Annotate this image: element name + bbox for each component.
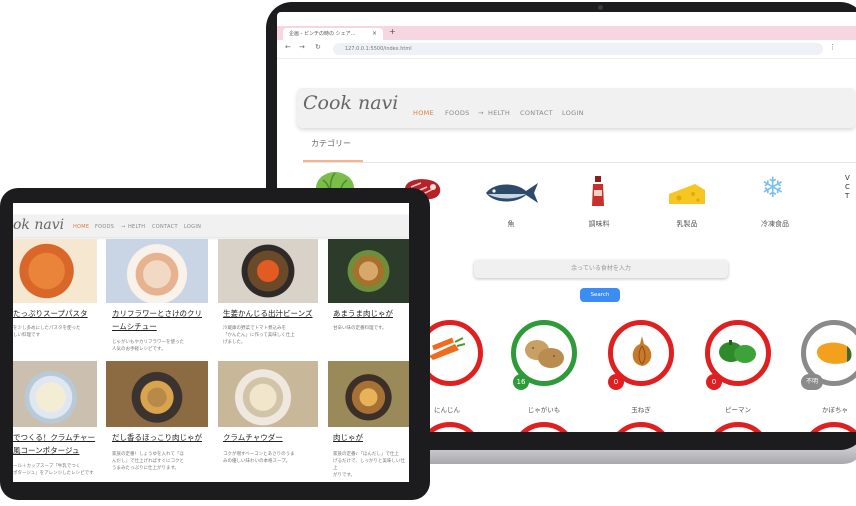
- tablet-nav-helth[interactable]: HELTH: [128, 224, 145, 230]
- divider: [303, 162, 856, 163]
- recipe-description: コクが増すベーコンとあさりのうま みの優しい味わいの本格スープ。: [223, 452, 295, 464]
- recipe-title[interactable]: カリフラワーとさけのクリームシチュー: [112, 307, 204, 333]
- ingredient-count-onion: 0: [608, 374, 624, 390]
- snowflake-icon[interactable]: ❄: [761, 173, 784, 203]
- laptop-camera: [598, 5, 603, 10]
- reload-icon[interactable]: ↻: [315, 43, 321, 51]
- recipe-description: 家族の定番♪「ほんだし」で仕上 げるだけで、しっかりと美味しい仕上 がりです。: [333, 452, 405, 478]
- ingredient-label-pumpkin: かぼちゃ: [822, 406, 848, 414]
- recipe-image[interactable]: [13, 361, 97, 427]
- carrot-icon: [429, 337, 465, 360]
- ingredient-count-potato: 16: [513, 374, 529, 390]
- ingredient-ring-row2[interactable]: [608, 422, 674, 432]
- ingredient-ring-row2[interactable]: [801, 422, 856, 432]
- nav-home[interactable]: HOME: [413, 109, 434, 117]
- recipe-image[interactable]: [218, 239, 318, 303]
- forward-icon[interactable]: →: [299, 43, 305, 51]
- ingredient-label-potato: じゃがいも: [527, 406, 561, 414]
- recipe-image[interactable]: [218, 361, 318, 427]
- nav-helth[interactable]: HELTH: [488, 109, 510, 117]
- address-bar[interactable]: 127.0.0.1:5500/index.html: [333, 43, 823, 55]
- recipe-title[interactable]: 肉じゃが: [333, 431, 409, 444]
- tablet-nav-contact[interactable]: CONTACT: [152, 224, 178, 230]
- more-categories-icon[interactable]: VCT: [845, 174, 850, 201]
- ingredient-label-green-pepper: ピーマン: [725, 406, 751, 414]
- recipe-image[interactable]: [328, 361, 409, 427]
- fish-icon[interactable]: [482, 178, 542, 208]
- recipe-title[interactable]: たっぷりスープパスタ: [13, 307, 97, 320]
- tablet-nav-foods[interactable]: FOODS: [95, 224, 114, 230]
- recipe-image[interactable]: [13, 239, 97, 303]
- recipe-image[interactable]: [106, 361, 208, 427]
- recipe-description: 甘辛い味の定番料理です。: [333, 326, 387, 331]
- ketchup-bottle-icon[interactable]: [590, 176, 606, 208]
- recipe-description: 冷蔵庫の野菜でトマト煮込みを 「かんたん」に作って美味しく仕上 げました。: [223, 326, 295, 345]
- recipe-description: じゃがいもやカリフラワーを使った 人気のお手軽レシピです。: [112, 340, 184, 352]
- recipe-image[interactable]: [328, 239, 409, 303]
- ingredient-count-pumpkin: 不明: [801, 374, 823, 390]
- menu-dots-icon[interactable]: ⋮: [829, 43, 836, 51]
- recipe-title[interactable]: あまうま肉じゃが: [333, 307, 409, 320]
- cheese-icon[interactable]: [667, 182, 707, 206]
- tablet-nav-login[interactable]: LOGIN: [184, 224, 201, 230]
- browser-tab[interactable]: 企画 - ピンチの時の シェア…: [283, 28, 383, 40]
- new-tab-button[interactable]: +: [389, 27, 396, 36]
- potato-icon: [525, 340, 564, 368]
- ingredient-ring-row2[interactable]: [705, 422, 771, 432]
- recipe-description: ール＋カップスープ「牛乳でつく ポタージュ」をアレンジしたレシピです: [13, 464, 94, 476]
- ingredient-search-input[interactable]: 余っている食材を入力: [474, 260, 728, 278]
- recipe-title[interactable]: クラムチャウダー: [223, 431, 315, 444]
- nav-helth-arrow-icon: →: [478, 109, 484, 117]
- recipe-title[interactable]: だし香るほっこり肉じゃが: [112, 431, 204, 444]
- tablet-nav-home[interactable]: HOME: [73, 224, 89, 230]
- category-label-frozen: 冷凍食品: [761, 220, 789, 228]
- tablet-nav-helth-arrow-icon: →: [121, 224, 126, 230]
- category-label-fish: 魚: [507, 220, 515, 228]
- tablet-screen: ok navi HOME FOODS → HELTH CONTACT LOGIN…: [13, 203, 409, 482]
- back-icon[interactable]: ←: [285, 43, 291, 51]
- nav-foods[interactable]: FOODS: [445, 109, 470, 117]
- onion-icon: [632, 336, 652, 366]
- category-heading: カテゴリー: [311, 139, 351, 148]
- ingredient-count-green-pepper: 0: [706, 374, 722, 390]
- site-logo[interactable]: Cook navi: [303, 92, 398, 114]
- green-pepper-icon: [719, 340, 756, 363]
- tablet-site-logo[interactable]: ok navi: [13, 217, 64, 233]
- category-label-dairy: 乳製品: [676, 220, 698, 228]
- ingredient-label-onion: 玉ねぎ: [631, 406, 651, 414]
- recipe-title[interactable]: でつくる！クラムチャー風コーンポタージュ: [13, 431, 97, 457]
- recipe-title[interactable]: 生姜かんじる出汁ビーンズ: [223, 307, 315, 320]
- nav-login[interactable]: LOGIN: [562, 109, 584, 117]
- ingredient-ring-row2[interactable]: [511, 422, 577, 432]
- pumpkin-icon: [817, 342, 852, 364]
- nav-contact[interactable]: CONTACT: [520, 109, 553, 117]
- search-button[interactable]: Search: [580, 288, 620, 302]
- recipe-description: を少し多めにしたパスタを使った しい料理です: [13, 326, 81, 338]
- tab-close-button[interactable]: ×: [372, 28, 377, 40]
- recipe-description: 家族の定番！しょうゆを入れて「ほ んだし」で仕上げればすぐにコクと うまみたっぷ…: [112, 452, 184, 471]
- recipe-image[interactable]: [106, 239, 208, 303]
- category-label-seasoning: 調味料: [588, 220, 610, 228]
